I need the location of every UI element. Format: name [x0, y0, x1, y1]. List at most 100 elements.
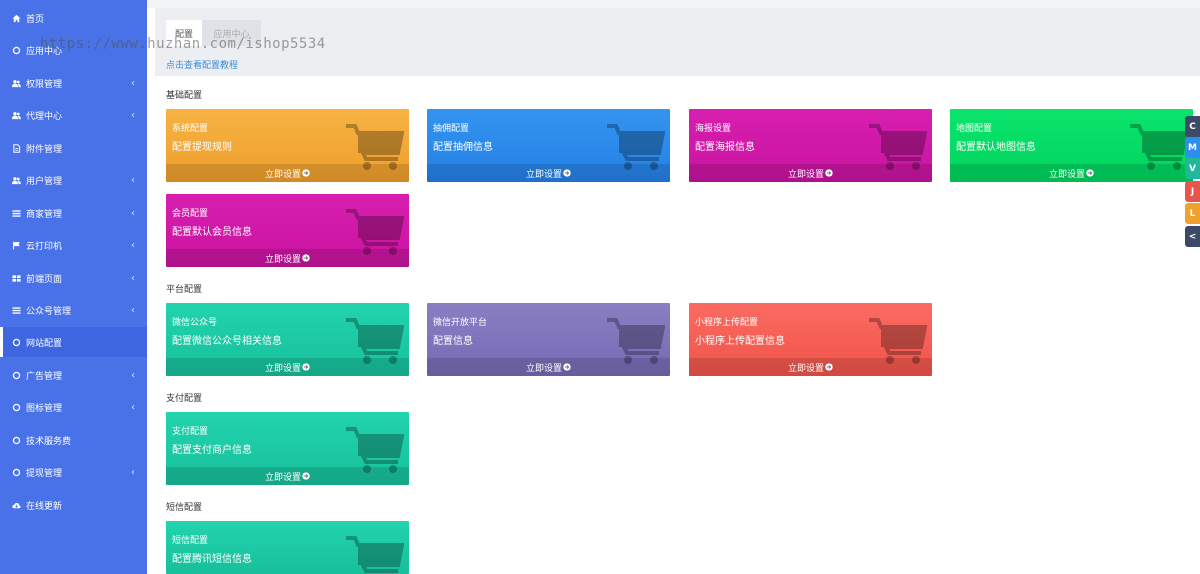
sidebar-item-withdrawals[interactable]: 提现管理 ‹ [0, 457, 147, 487]
setup-now-button[interactable]: 立即设置 [166, 164, 409, 182]
card-desc: 配置默认地图信息 [956, 142, 1036, 153]
config-card-commission: 抽佣配置 配置抽佣信息 立即设置 [427, 109, 670, 182]
sidebar-item-label: 在线更新 [26, 501, 63, 512]
config-card-map: 地图配置 配置默认地图信息 立即设置 [950, 109, 1193, 182]
side-tab-c[interactable]: C [1185, 116, 1200, 137]
card-title: 微信公众号 [172, 318, 218, 328]
setup-now-label: 立即设置 [264, 169, 301, 180]
arrow-circle-right-icon [302, 254, 310, 262]
sidebar-item-label: 云打印机 [26, 241, 63, 252]
sidebar-item-label: 技术服务费 [26, 436, 72, 447]
sidebar-item-icons[interactable]: 图标管理 ‹ [0, 392, 147, 422]
sidebar-item-label: 网站配置 [26, 338, 63, 349]
sidebar-item-frontend-pages[interactable]: 前端页面 ‹ [0, 263, 147, 293]
config-card-payment: 支付配置 配置支付商户信息 立即设置 [166, 412, 409, 485]
setup-now-button[interactable]: 立即设置 [166, 249, 409, 267]
sidebar-item-merchants[interactable]: 商家管理 ‹ [0, 198, 147, 228]
sidebar-item-tech-fee[interactable]: 技术服务费 [0, 425, 147, 455]
arrow-circle-right-icon [563, 363, 571, 371]
tutorial-link[interactable]: 点击查看配置教程 [166, 58, 238, 71]
setup-now-button[interactable]: 立即设置 [427, 358, 670, 376]
setup-now-button[interactable]: 立即设置 [166, 467, 409, 485]
sidebar-item-label: 提现管理 [26, 468, 63, 479]
main-content: 配置 应用中心 点击查看配置教程 基础配置 系统配置 配置提现规则 立即设置 抽… [147, 0, 1200, 574]
card-desc: 小程序上传配置信息 [695, 336, 785, 347]
side-tab-l[interactable]: L [1185, 203, 1200, 224]
sidebar-item-label: 代理中心 [26, 111, 63, 122]
chevron-left-icon: ‹ [131, 240, 135, 251]
card-title: 地图配置 [956, 124, 993, 134]
setup-now-label: 立即设置 [264, 472, 301, 483]
card-desc: 配置默认会员信息 [172, 227, 252, 238]
config-card-poster: 海报设置 配置海报信息 立即设置 [689, 109, 932, 182]
sidebar-item-attachments[interactable]: 附件管理 [0, 133, 147, 163]
arrow-circle-right-icon [302, 363, 310, 371]
chevron-left-icon: ‹ [131, 175, 135, 186]
setup-now-button[interactable]: 立即设置 [427, 164, 670, 182]
users-icon [11, 175, 21, 185]
cloud-icon [11, 500, 21, 510]
sidebar-item-permissions[interactable]: 权限管理 ‹ [0, 68, 147, 98]
sidebar-item-users[interactable]: 用户管理 ‹ [0, 165, 147, 195]
card-desc: 配置信息 [433, 336, 473, 347]
side-tab-collapse[interactable]: < [1185, 226, 1200, 247]
section-title-basic: 基础配置 [166, 91, 203, 101]
sidebar: 首页 应用中心 权限管理 ‹ 代理中心 ‹ 附件管理 用户管理 ‹ 商家管理 ‹… [0, 0, 147, 574]
sidebar-item-cloud-printer[interactable]: 云打印机 ‹ [0, 230, 147, 260]
header-band: 配置 应用中心 点击查看配置教程 [155, 8, 1200, 76]
chevron-left-icon: ‹ [131, 273, 135, 284]
sidebar-item-online-update[interactable]: 在线更新 [0, 490, 147, 520]
side-tab-m[interactable]: M [1185, 137, 1200, 158]
sidebar-item-label: 公众号管理 [26, 306, 72, 317]
sidebar-item-agent-center[interactable]: 代理中心 ‹ [0, 100, 147, 130]
tab-config[interactable]: 配置 [166, 20, 202, 46]
sidebar-item-ads[interactable]: 广告管理 ‹ [0, 360, 147, 390]
file-icon [11, 143, 21, 153]
arrow-circle-right-icon [825, 169, 833, 177]
sidebar-item-official-account[interactable]: 公众号管理 ‹ [0, 295, 147, 325]
arrow-circle-right-icon [302, 472, 310, 480]
sidebar-item-label: 用户管理 [26, 176, 63, 187]
tab-app-center[interactable]: 应用中心 [202, 20, 261, 46]
arrow-circle-right-icon [302, 169, 310, 177]
arrow-circle-right-icon [825, 363, 833, 371]
setup-now-button[interactable]: 立即设置 [950, 164, 1193, 182]
section-title-sms: 短信配置 [166, 503, 203, 513]
setup-now-button[interactable]: 立即设置 [689, 358, 932, 376]
circle-icon [11, 370, 21, 380]
sidebar-item-label: 应用中心 [26, 46, 63, 57]
config-card-member: 会员配置 配置默认会员信息 立即设置 [166, 194, 409, 267]
top-bar [147, 0, 1200, 8]
card-desc: 配置提现规则 [172, 142, 232, 153]
side-tab-v[interactable]: V [1185, 158, 1200, 179]
card-title: 支付配置 [172, 427, 209, 437]
side-tab-j[interactable]: J [1185, 181, 1200, 202]
config-card-miniprogram-upload: 小程序上传配置 小程序上传配置信息 立即设置 [689, 303, 932, 376]
chevron-left-icon: ‹ [131, 78, 135, 89]
sidebar-item-site-config[interactable]: 网站配置 [0, 327, 147, 357]
card-desc: 配置腾讯短信信息 [172, 554, 252, 565]
sidebar-item-label: 权限管理 [26, 79, 63, 90]
setup-now-label: 立即设置 [264, 363, 301, 374]
circle-icon [11, 402, 21, 412]
flag-icon [11, 240, 21, 250]
setup-now-button[interactable]: 立即设置 [166, 358, 409, 376]
setup-now-label: 立即设置 [787, 169, 824, 180]
chevron-left-icon: ‹ [131, 467, 135, 478]
home-icon [11, 13, 21, 23]
setup-now-label: 立即设置 [525, 169, 562, 180]
chevron-left-icon: ‹ [131, 370, 135, 381]
setup-now-label: 立即设置 [787, 363, 824, 374]
users-icon [11, 78, 21, 88]
chevron-left-icon: ‹ [131, 208, 135, 219]
list-icon [11, 208, 21, 218]
sidebar-item-home[interactable]: 首页 [0, 3, 147, 33]
card-desc: 配置微信公众号相关信息 [172, 336, 282, 347]
chevron-left-icon: ‹ [131, 110, 135, 121]
setup-now-button[interactable]: 立即设置 [689, 164, 932, 182]
config-card-system: 系统配置 配置提现规则 立即设置 [166, 109, 409, 182]
sidebar-item-app-center[interactable]: 应用中心 [0, 35, 147, 65]
arrow-circle-right-icon [1086, 169, 1094, 177]
config-card-sms: 短信配置 配置腾讯短信信息 [166, 521, 409, 574]
section-title-payment: 支付配置 [166, 394, 203, 404]
